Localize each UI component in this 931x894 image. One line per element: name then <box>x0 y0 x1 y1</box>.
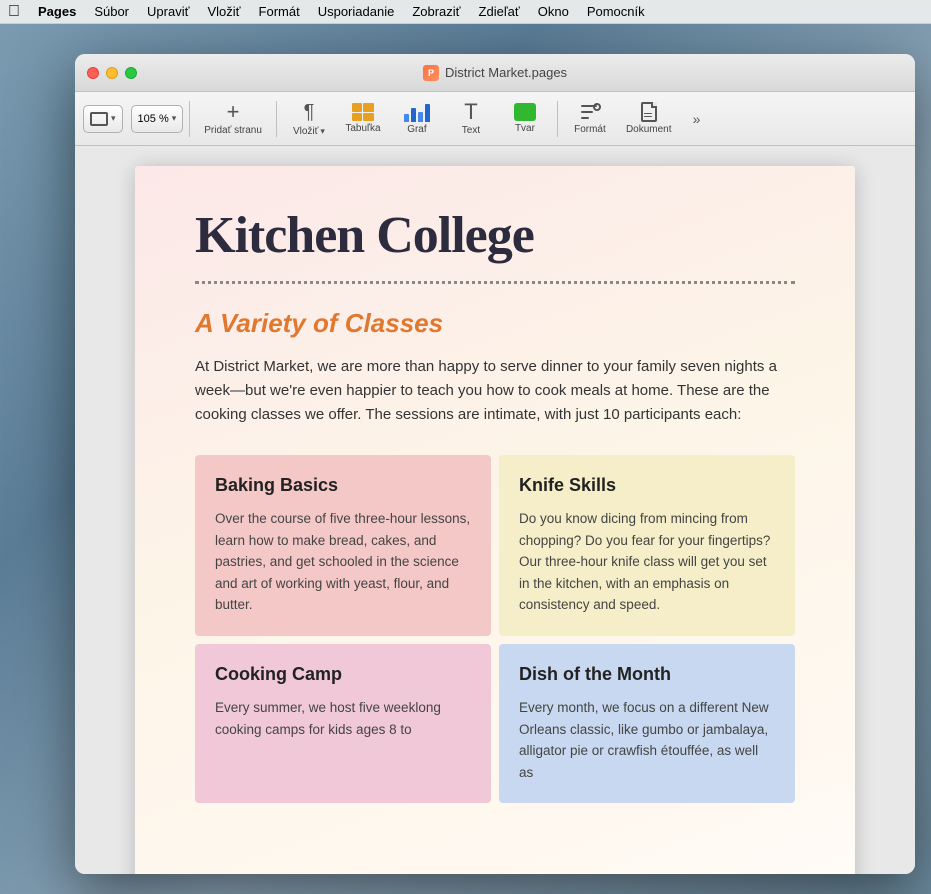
toolbar-separator-1 <box>189 101 190 137</box>
document-title: District Market.pages <box>445 65 567 80</box>
titlebar: P District Market.pages <box>75 54 915 92</box>
intro-text: At District Market, we are more than hap… <box>195 355 795 427</box>
document-button[interactable]: Dokument <box>618 96 680 142</box>
close-button[interactable] <box>87 67 99 79</box>
insert-chevron-icon: ▾ <box>320 126 325 137</box>
chart-icon <box>404 102 430 122</box>
knife-skills-card: Knife Skills Do you know dicing from min… <box>499 455 795 636</box>
table-label: Tabuľka <box>345 123 380 134</box>
baking-basics-text: Over the course of five three-hour lesso… <box>215 508 471 616</box>
table-icon <box>352 103 374 121</box>
apple-menu[interactable]:  <box>8 3 20 21</box>
dish-of-month-text: Every month, we focus on a different New… <box>519 697 775 783</box>
toolbar: ▾ 105 % ▾ + Pridať stranu ¶ Vložiť ▾ <box>75 92 915 146</box>
more-button[interactable]: » <box>682 96 712 142</box>
zobrazit-menu[interactable]: Zobraziť <box>412 4 460 19</box>
toolbar-separator-3 <box>557 101 558 137</box>
text-T-icon: T <box>464 101 477 123</box>
pages-icon-label: P <box>428 68 434 78</box>
cards-grid: Baking Basics Over the course of five th… <box>195 455 795 803</box>
pomocnik-menu[interactable]: Pomocník <box>587 4 645 19</box>
format-icon <box>579 102 601 122</box>
document-label: Dokument <box>626 124 672 135</box>
cooking-camp-card: Cooking Camp Every summer, we host five … <box>195 644 491 803</box>
zdielat-menu[interactable]: Zdieľať <box>479 4 520 19</box>
view-icon <box>90 112 108 126</box>
baking-basics-title: Baking Basics <box>215 475 471 496</box>
zoom-chevron-icon: ▾ <box>172 113 177 124</box>
pages-menu[interactable]: Pages <box>38 4 76 19</box>
insert-button[interactable]: ¶ Vložiť ▾ <box>283 96 335 142</box>
more-icon: » <box>693 111 701 127</box>
okno-menu[interactable]: Okno <box>538 4 569 19</box>
window-controls <box>87 67 137 79</box>
add-page-label: Pridať stranu <box>204 125 262 136</box>
minimize-button[interactable] <box>106 67 118 79</box>
view-chevron-icon: ▾ <box>111 113 116 124</box>
baking-basics-card: Baking Basics Over the course of five th… <box>195 455 491 636</box>
usporiadanie-menu[interactable]: Usporiadanie <box>318 4 395 19</box>
document-area[interactable]: Kitchen College A Variety of Classes At … <box>75 146 915 874</box>
format-button[interactable]: Formát <box>564 96 616 142</box>
menubar:  Pages Súbor Upraviť Vložiť Formát Uspo… <box>0 0 931 24</box>
pages-app-icon: P <box>423 65 439 81</box>
cooking-camp-title: Cooking Camp <box>215 664 471 685</box>
view-button[interactable]: ▾ <box>83 105 123 133</box>
vlozit-menu[interactable]: Vložiť <box>207 4 240 19</box>
document-icon <box>641 102 657 122</box>
pages-window: P District Market.pages ▾ 105 % ▾ + Prid… <box>75 54 915 874</box>
page-title: Kitchen College <box>195 206 795 265</box>
dish-of-month-card: Dish of the Month Every month, we focus … <box>499 644 795 803</box>
zoom-button[interactable]: 105 % ▾ <box>131 105 184 133</box>
format-label: Formát <box>574 124 606 135</box>
paragraph-icon: ¶ <box>304 101 315 124</box>
shape-icon <box>514 103 536 121</box>
document-page: Kitchen College A Variety of Classes At … <box>135 166 855 874</box>
maximize-button[interactable] <box>125 67 137 79</box>
section-title: A Variety of Classes <box>195 308 795 339</box>
zoom-value: 105 % <box>138 113 169 125</box>
subor-menu[interactable]: Súbor <box>94 4 129 19</box>
knife-skills-text: Do you know dicing from mincing from cho… <box>519 508 775 616</box>
cooking-camp-text: Every summer, we host five weeklong cook… <box>215 697 471 740</box>
toolbar-separator-2 <box>276 101 277 137</box>
add-page-button[interactable]: + Pridať stranu <box>196 96 270 142</box>
shape-button[interactable]: Tvar <box>499 96 551 142</box>
window-title: P District Market.pages <box>423 65 567 81</box>
table-button[interactable]: Tabuľka <box>337 96 389 142</box>
shape-label: Tvar <box>515 123 535 134</box>
desktop: P District Market.pages ▾ 105 % ▾ + Prid… <box>0 24 931 894</box>
dish-of-month-title: Dish of the Month <box>519 664 775 685</box>
format-menu[interactable]: Formát <box>259 4 300 19</box>
knife-skills-title: Knife Skills <box>519 475 775 496</box>
plus-icon: + <box>227 101 240 123</box>
chart-button[interactable]: Graf <box>391 96 443 142</box>
text-label: Text <box>462 125 480 136</box>
title-divider <box>195 281 795 284</box>
chart-label: Graf <box>407 124 426 135</box>
upravit-menu[interactable]: Upraviť <box>147 4 189 19</box>
insert-label: Vložiť <box>293 126 318 137</box>
text-button[interactable]: T Text <box>445 96 497 142</box>
